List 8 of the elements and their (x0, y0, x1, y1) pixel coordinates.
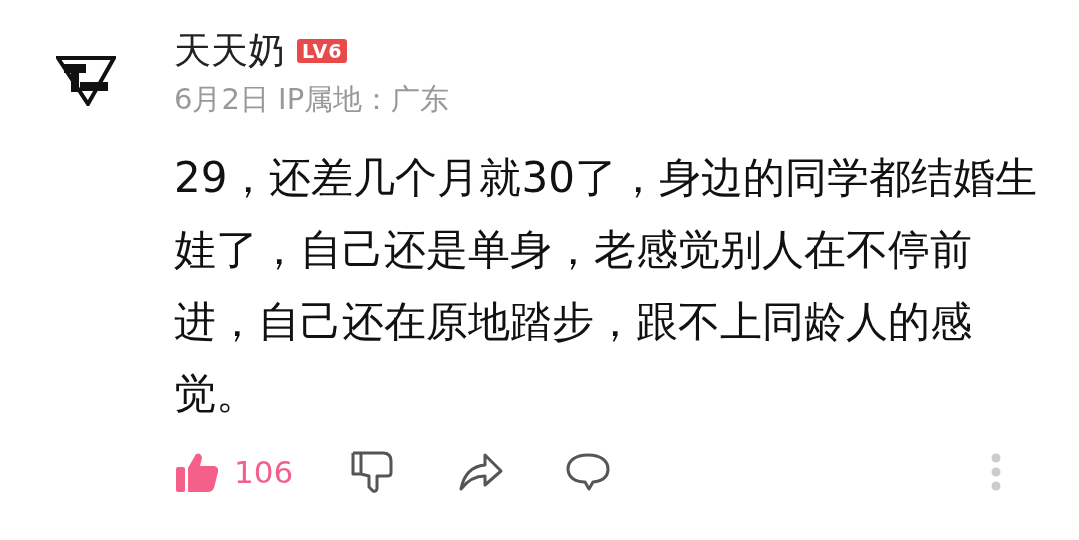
avatar-icon[interactable] (56, 54, 116, 106)
comment-meta: 6月2日 IP属地：广东 (174, 81, 451, 118)
share-icon[interactable] (457, 451, 504, 493)
comment-text: 29，还差几个月就30了，身边的同学都结婚生娃了，自己还是单身，老感觉别人在不停前进，自己还在原地踏步，跟不上同龄人的感觉。 (174, 152, 1038, 420)
thumbs-down-icon[interactable] (349, 451, 396, 493)
level-badge: LV6 (297, 39, 348, 63)
username[interactable]: 天天奶 (174, 26, 285, 76)
comment-icon[interactable] (565, 451, 612, 493)
